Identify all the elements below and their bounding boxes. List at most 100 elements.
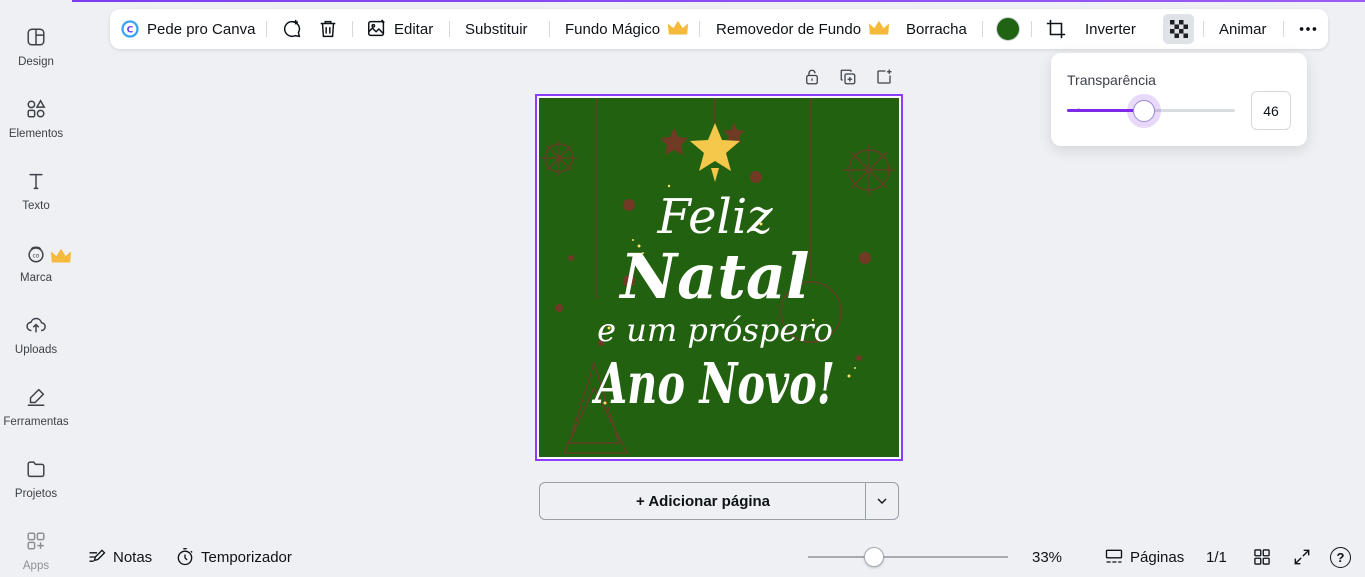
toolbar-divider	[549, 21, 550, 37]
sidebar-item-projetos[interactable]: Projetos	[0, 446, 72, 508]
notes-label: Notas	[113, 548, 153, 566]
comment-button[interactable]	[281, 9, 303, 49]
selected-design-page[interactable]: Feliz Natal e um próspero Ano Novo!	[535, 94, 903, 461]
delete-button[interactable]	[317, 9, 339, 49]
transparency-popover: Transparência 46	[1051, 53, 1307, 146]
zoom-level[interactable]: 33%	[1032, 545, 1062, 569]
card-text-natal: Natal	[618, 240, 809, 313]
notes-icon	[89, 549, 106, 562]
left-sidebar: Design Elementos Texto co Marca Uploads …	[0, 0, 72, 577]
sidebar-item-texto[interactable]: Texto	[0, 158, 72, 220]
pen-tool-icon	[27, 388, 45, 406]
replace-button[interactable]: Substituir	[465, 9, 528, 49]
transparency-label: Transparência	[1067, 72, 1156, 88]
transparency-button[interactable]	[1163, 14, 1194, 44]
zoom-thumb[interactable]	[864, 547, 884, 567]
card-text-prospero: e um próspero	[597, 311, 833, 349]
add-page-button[interactable]: + Adicionar página	[539, 482, 866, 520]
help-icon: ?	[1330, 546, 1351, 568]
shapes-icon	[27, 99, 46, 118]
color-picker-button[interactable]	[996, 9, 1020, 49]
add-page-icon-button[interactable]	[875, 68, 895, 88]
timer-label: Temporizador	[201, 548, 292, 566]
sidebar-item-marca[interactable]: co Marca	[0, 230, 72, 292]
pages-button[interactable]: Páginas	[1104, 545, 1184, 569]
add-page-options-button[interactable]	[865, 482, 899, 520]
animate-label: Animar	[1219, 20, 1267, 38]
page-count: 1/1	[1206, 545, 1227, 569]
zoom-slider[interactable]	[808, 546, 1008, 568]
help-button[interactable]: ?	[1330, 545, 1351, 569]
notes-button[interactable]: Notas	[87, 545, 152, 569]
apps-icon	[27, 532, 45, 550]
toolbar-divider	[1203, 21, 1204, 37]
toolbar-divider	[699, 21, 700, 37]
edit-image-button[interactable]: Editar	[366, 9, 433, 49]
animate-button[interactable]: Animar	[1219, 9, 1267, 49]
more-options-button[interactable]	[1297, 9, 1319, 49]
page-tools	[803, 68, 899, 90]
stopwatch-icon	[177, 548, 193, 566]
crown-icon	[667, 20, 689, 35]
sidebar-item-label: Ferramentas	[3, 416, 69, 428]
slider-thumb[interactable]	[1133, 100, 1156, 122]
comment-add-icon	[283, 19, 301, 38]
fullscreen-button[interactable]	[1292, 545, 1318, 569]
expand-icon	[1294, 549, 1310, 565]
add-page-icon	[877, 69, 892, 84]
toolbar-divider	[352, 21, 353, 37]
timer-button[interactable]: Temporizador	[175, 545, 292, 569]
zoom-value: 33%	[1032, 548, 1063, 566]
sidebar-item-design[interactable]: Design	[0, 14, 72, 76]
svg-text:co: co	[33, 253, 40, 260]
page-count-value: 1/1	[1206, 548, 1227, 566]
crown-icon	[50, 248, 72, 263]
sidebar-item-label: Uploads	[14, 344, 58, 356]
sidebar-item-label: Elementos	[8, 128, 64, 140]
svg-text:C: C	[127, 26, 134, 36]
eraser-label: Borracha	[906, 20, 967, 38]
crop-button[interactable]	[1045, 9, 1067, 49]
ask-canva-button[interactable]: C Pede pro Canva	[120, 9, 255, 49]
christmas-card: Feliz Natal e um próspero Ano Novo!	[539, 98, 899, 457]
grid-icon	[1254, 549, 1270, 565]
crop-icon	[1046, 19, 1066, 39]
sidebar-item-uploads[interactable]: Uploads	[0, 302, 72, 364]
color-swatch	[996, 17, 1020, 41]
duplicate-page-button[interactable]	[839, 68, 859, 88]
lock-page-button[interactable]	[803, 68, 823, 88]
sidebar-item-elementos[interactable]: Elementos	[0, 86, 72, 148]
brand-icon: co	[28, 246, 44, 263]
flip-button[interactable]: Inverter	[1085, 9, 1136, 49]
grid-view-button[interactable]	[1252, 545, 1278, 569]
sidebar-item-ferramentas[interactable]: Ferramentas	[0, 374, 72, 436]
magic-background-label: Fundo Mágico	[565, 20, 661, 38]
pages-icon	[1105, 549, 1123, 563]
transparency-checker-icon	[1169, 20, 1188, 38]
christmas-artwork: Feliz Natal e um próspero Ano Novo!	[541, 98, 895, 454]
card-text-ano-novo: Ano Novo!	[591, 351, 835, 417]
text-icon	[29, 173, 43, 190]
transparency-value-input[interactable]: 46	[1251, 91, 1291, 130]
toolbar-divider	[982, 21, 983, 37]
magic-background-button[interactable]: Fundo Mágico	[565, 9, 689, 49]
toolbar-divider	[266, 21, 267, 37]
flip-label: Inverter	[1085, 20, 1136, 38]
eraser-button[interactable]: Borracha	[906, 9, 967, 49]
folder-icon	[27, 461, 45, 478]
pages-label: Páginas	[1130, 548, 1185, 566]
sidebar-item-label: Apps	[22, 560, 50, 572]
duplicate-icon	[840, 69, 856, 85]
canva-ai-icon: C	[121, 20, 139, 38]
toolbar-divider	[1283, 21, 1284, 37]
lock-icon	[806, 69, 818, 85]
more-horizontal-icon	[1299, 27, 1317, 31]
card-text-feliz: Feliz	[656, 189, 773, 245]
transparency-slider[interactable]	[1067, 99, 1235, 122]
sidebar-item-apps[interactable]: Apps	[0, 518, 72, 577]
sidebar-item-label: Marca	[20, 272, 52, 284]
context-toolbar: C Pede pro Canva Editar Substituir Fundo…	[110, 9, 1328, 49]
sidebar-item-label: Projetos	[14, 488, 58, 500]
background-remover-button[interactable]: Removedor de Fundo	[716, 9, 890, 49]
zoom-track	[808, 556, 1008, 558]
